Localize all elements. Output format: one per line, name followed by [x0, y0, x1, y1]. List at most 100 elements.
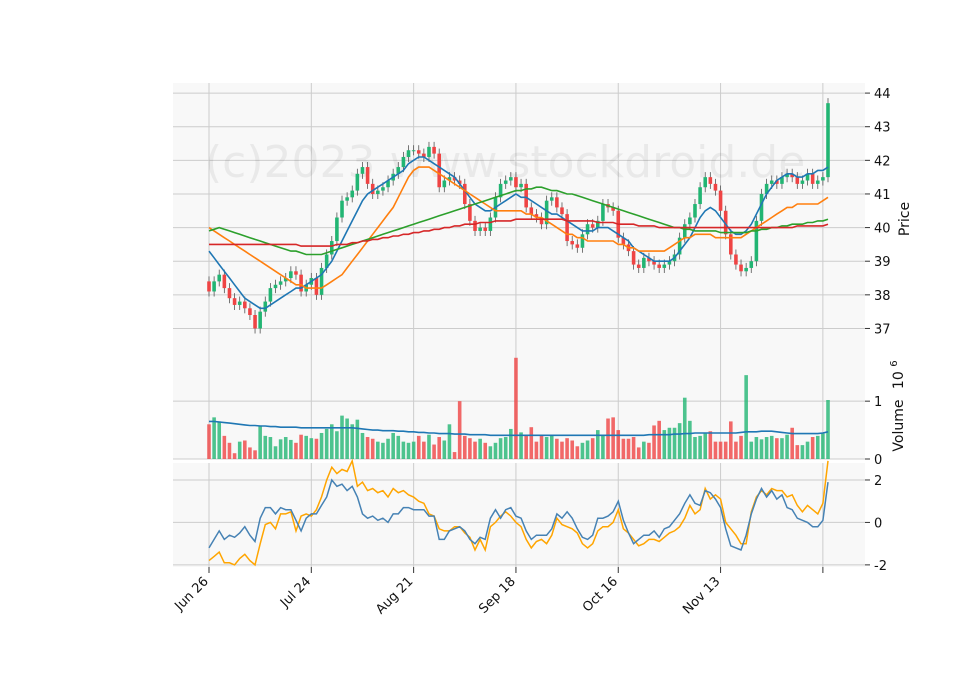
volume-bar: [723, 441, 728, 459]
candle-up: [478, 227, 482, 231]
volume-bar: [319, 432, 324, 459]
candle-up: [381, 187, 385, 191]
volume-axis-label: Volume: [891, 400, 907, 452]
candle-up: [268, 288, 273, 302]
volume-bar: [544, 437, 549, 459]
volume-bar: [769, 435, 774, 459]
candle-up: [744, 267, 748, 272]
candle-up: [329, 241, 334, 255]
volume-bar: [478, 438, 482, 459]
volume-bar: [437, 437, 441, 459]
price-tick-label: 40: [874, 222, 891, 237]
x-tick-label: Oct 16: [580, 574, 621, 615]
volume-bar: [672, 427, 677, 459]
candle-down: [227, 288, 232, 299]
volume-bar: [800, 445, 805, 459]
volume-bar: [427, 434, 431, 459]
volume-bar: [258, 425, 262, 459]
candle-down: [810, 173, 815, 184]
volume-bar: [524, 435, 528, 459]
volume-bar: [826, 400, 830, 459]
candle-up: [217, 274, 222, 282]
volume-bar: [795, 445, 800, 459]
candle-down: [555, 197, 559, 208]
candle-up: [769, 180, 774, 184]
candle-down: [565, 214, 569, 242]
candle-up: [826, 103, 830, 178]
x-tick-label: Jul 24: [277, 574, 314, 611]
volume-bar: [642, 441, 646, 459]
volume-bar: [432, 444, 436, 459]
candle-down: [314, 278, 319, 295]
candle-down: [365, 167, 370, 184]
volume-bar: [457, 401, 462, 459]
volume-bar: [739, 435, 743, 459]
volume-bar: [498, 438, 503, 459]
volume-bar: [570, 440, 575, 459]
volume-bar: [549, 435, 554, 459]
volume-bar: [529, 427, 534, 459]
volume-bar: [693, 437, 697, 459]
volume-bar: [585, 440, 590, 459]
volume-bar: [237, 441, 242, 459]
candle-up: [682, 224, 687, 238]
candle-up: [698, 187, 702, 205]
volume-bar: [406, 442, 411, 459]
volume-bar: [682, 397, 687, 459]
volume-bar: [411, 441, 416, 459]
volume-bar: [248, 447, 252, 459]
volume-axis-title: Volume 10 6: [889, 360, 907, 451]
candle-down: [734, 254, 738, 265]
x-tick-label: Sep 18: [476, 574, 519, 617]
volume-bar: [299, 434, 303, 459]
candle-up: [815, 180, 820, 184]
volume-bar: [611, 417, 615, 459]
volume-bar: [759, 439, 764, 459]
volume-bar: [381, 442, 385, 459]
volume-bar: [468, 438, 472, 459]
candle-up: [488, 217, 493, 231]
volume-bar: [780, 438, 784, 459]
volume-bar: [442, 440, 447, 459]
candle-up: [642, 257, 646, 268]
price-tick-label: 42: [874, 154, 891, 169]
candle-up: [821, 177, 825, 181]
volume-bar: [606, 418, 610, 459]
candle-down: [524, 183, 528, 208]
x-tick-label: Nov 13: [680, 574, 723, 617]
volume-bar: [698, 435, 702, 459]
candle-down: [590, 224, 595, 228]
candle-up: [278, 281, 283, 285]
candle-up: [601, 204, 605, 221]
candle-up: [411, 150, 416, 152]
volume-bar: [473, 441, 477, 459]
volume-bar: [539, 434, 544, 459]
candle-up: [549, 197, 554, 201]
candle-down: [631, 251, 636, 265]
candle-down: [248, 308, 252, 316]
volume-bar: [212, 417, 216, 459]
candle-down: [514, 177, 518, 188]
volume-bar: [713, 441, 718, 459]
candle-up: [800, 180, 805, 184]
volume-bar: [514, 357, 518, 459]
volume-bar: [621, 438, 626, 459]
volume-bar: [263, 435, 268, 459]
volume-bar: [304, 435, 308, 459]
volume-bar: [729, 421, 733, 459]
volume-bar: [391, 432, 395, 459]
volume-bar: [222, 435, 227, 459]
volume-bar: [335, 431, 339, 459]
candle-down: [718, 190, 723, 211]
volume-bar: [810, 437, 815, 459]
stock-chart: (c)2023 www.stockdroid.de 37383940414243…: [172, 83, 913, 617]
volume-bar: [815, 435, 820, 459]
volume-bar: [601, 435, 605, 459]
candle-down: [432, 146, 436, 154]
volume-tick-label: 0: [874, 453, 882, 468]
x-tick-label: Jun 26: [172, 574, 212, 614]
candle-down: [232, 298, 237, 305]
candle-down: [416, 150, 421, 154]
volume-bar: [775, 438, 779, 459]
candle-up: [585, 224, 590, 235]
